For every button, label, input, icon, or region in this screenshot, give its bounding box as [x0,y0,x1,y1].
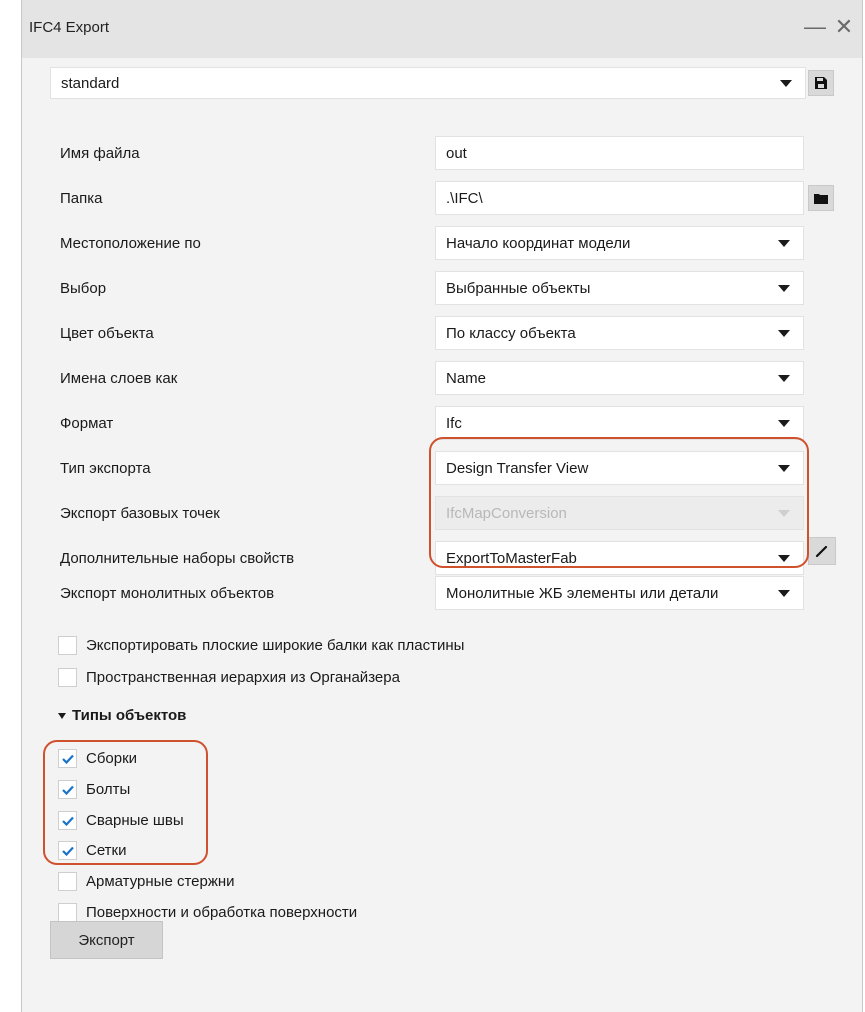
ifc4-export-dialog: IFC4 Export — ✕ standard Имя файла out П… [21,0,863,1012]
checkbox[interactable] [58,903,77,922]
checkbox-checked[interactable] [58,841,77,860]
folder-input[interactable]: .\IFC\ [435,181,804,215]
pencil-icon [815,545,828,558]
layer-names-dropdown[interactable]: Name [435,361,804,395]
checkbox[interactable] [58,668,77,687]
object-type-bolts[interactable]: Болты [58,780,130,799]
label-additional-property-sets: Дополнительные наборы свойств [60,550,295,567]
object-types-section-header[interactable]: Типы объектов [58,707,186,724]
object-color-dropdown[interactable]: По классу объекта [435,316,804,350]
chevron-down-icon [778,419,790,427]
chevron-down-icon [778,374,790,382]
chevron-down-icon [780,79,792,87]
object-type-meshes[interactable]: Сетки [58,841,127,860]
format-dropdown[interactable]: Ifc [435,406,804,440]
object-type-assemblies[interactable]: Сборки [58,749,137,768]
checkbox[interactable] [58,636,77,655]
browse-folder-button[interactable] [808,185,834,211]
option-flat-beams[interactable]: Экспортировать плоские широкие балки как… [58,636,464,655]
label-layer-names: Имена слоев как [60,370,178,387]
window-title: IFC4 Export [29,19,110,36]
checkbox-checked[interactable] [58,811,77,830]
chevron-down-icon [778,464,790,472]
label-object-color: Цвет объекта [60,325,154,342]
object-type-rebars[interactable]: Арматурные стержни [58,872,235,891]
monolithic-objects-dropdown[interactable]: Монолитные ЖБ элементы или детали [435,576,804,610]
label-monolithic-objects: Экспорт монолитных объектов [60,585,275,602]
preset-dropdown[interactable]: standard [50,67,806,99]
checkmark-icon [61,785,74,795]
checkbox-checked[interactable] [58,780,77,799]
location-by-dropdown[interactable]: Начало координат модели [435,226,804,260]
checkbox-checked[interactable] [58,749,77,768]
folder-icon [814,193,828,204]
export-button[interactable]: Экспорт [50,921,163,959]
label-folder: Папка [60,190,103,207]
export-type-dropdown[interactable]: Design Transfer View [435,451,804,485]
label-selection: Выбор [60,280,107,297]
collapse-triangle-icon [58,712,66,719]
save-preset-button[interactable] [808,70,834,96]
label-format: Формат [60,415,114,432]
close-button[interactable]: ✕ [830,13,858,41]
chevron-down-icon [778,329,790,337]
label-file-name: Имя файла [60,145,140,162]
preset-value: standard [61,74,120,92]
checkmark-icon [61,846,74,856]
option-spatial-hierarchy[interactable]: Пространственная иерархия из Органайзера [58,668,400,687]
chevron-down-icon [778,589,790,597]
chevron-down-icon [778,284,790,292]
checkmark-icon [61,754,74,764]
chevron-down-icon [778,239,790,247]
label-base-points: Экспорт базовых точек [60,505,220,522]
additional-property-sets-dropdown[interactable]: ExportToMasterFab [435,541,804,575]
edit-property-sets-button[interactable] [808,537,836,565]
chevron-down-icon [778,554,790,562]
base-points-dropdown: IfcMapConversion [435,496,804,530]
checkmark-icon [61,816,74,826]
save-icon [815,77,827,89]
title-bar[interactable]: IFC4 Export — ✕ [22,0,862,58]
file-name-input[interactable]: out [435,136,804,170]
label-location-by: Местоположение по [60,235,201,252]
object-type-surfaces[interactable]: Поверхности и обработка поверхности [58,903,357,922]
chevron-down-icon [778,509,790,517]
object-type-welds[interactable]: Сварные швы [58,811,184,830]
minimize-button[interactable]: — [801,13,829,41]
checkbox[interactable] [58,872,77,891]
selection-dropdown[interactable]: Выбранные объекты [435,271,804,305]
label-export-type: Тип экспорта [60,460,151,477]
